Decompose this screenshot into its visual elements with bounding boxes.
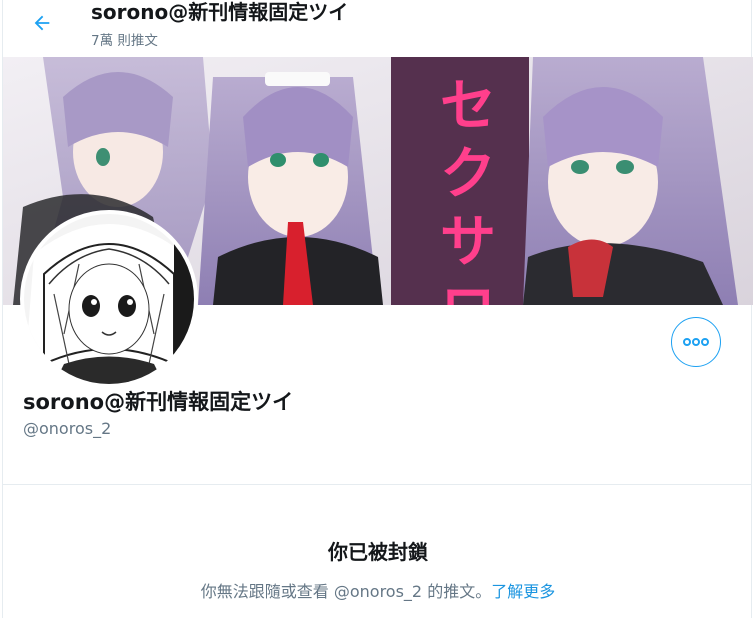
profile-handle: @onoros_2 — [23, 419, 112, 438]
learn-more-link[interactable]: 了解更多 — [491, 582, 555, 601]
profile-header: sorono@新刊情報固定ツイ 7萬 則推文 — [3, 0, 751, 57]
profile-display-name: sorono@新刊情報固定ツイ — [23, 390, 294, 414]
blocked-message: 你無法跟隨或查看 @onoros_2 的推文。了解更多 — [3, 578, 753, 602]
profile-page: sorono@新刊情報固定ツイ 7萬 則推文 セ ク サ sorono@新刊情報… — [2, 0, 753, 618]
more-options-button[interactable] — [671, 317, 721, 367]
profile-avatar[interactable] — [20, 210, 198, 388]
blocked-title: 你已被封鎖 — [328, 540, 428, 564]
banner-char-1: セ — [440, 74, 496, 139]
tweet-count: 7萬 則推文 — [91, 33, 158, 49]
banner-char-4: ロ — [440, 281, 496, 306]
more-dots-icon — [683, 338, 709, 346]
header-title: sorono@新刊情報固定ツイ — [91, 0, 349, 24]
banner-char-3: サ — [440, 210, 496, 275]
banner-panel-text: セ ク サ ロ — [433, 74, 503, 306]
section-divider — [3, 484, 751, 485]
banner-char-2: ク — [440, 142, 496, 207]
back-button[interactable] — [27, 8, 57, 38]
blocked-message-text: 你無法跟隨或查看 @onoros_2 的推文。 — [200, 582, 492, 601]
avatar-artwork — [24, 214, 194, 384]
arrow-left-icon — [34, 15, 50, 31]
